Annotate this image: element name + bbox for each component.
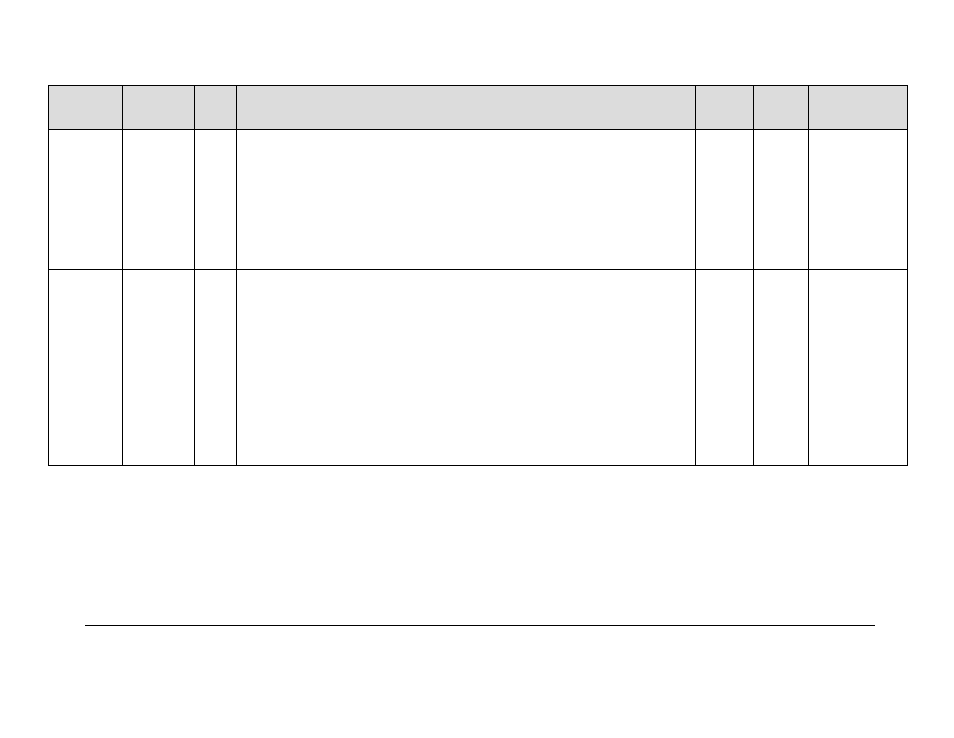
table-header-cell (236, 86, 695, 130)
footer-divider (85, 625, 875, 626)
table-cell (194, 270, 236, 466)
table-header-cell (49, 86, 123, 130)
table-cell (122, 130, 194, 270)
data-table (48, 85, 908, 466)
table-row (49, 270, 908, 466)
table-cell (754, 270, 809, 466)
table-header-cell (696, 86, 754, 130)
table-header-cell (809, 86, 908, 130)
table-cell (194, 130, 236, 270)
table-cell (809, 270, 908, 466)
table-cell (696, 270, 754, 466)
table-cell (236, 130, 695, 270)
table-cell (754, 130, 809, 270)
table-cell (696, 130, 754, 270)
table-cell (236, 270, 695, 466)
table-cell (122, 270, 194, 466)
table-header-cell (194, 86, 236, 130)
table-header-cell (122, 86, 194, 130)
table-cell (49, 130, 123, 270)
table-cell (809, 130, 908, 270)
table-cell (49, 270, 123, 466)
table-header-cell (754, 86, 809, 130)
table-header-row (49, 86, 908, 130)
table-row (49, 130, 908, 270)
